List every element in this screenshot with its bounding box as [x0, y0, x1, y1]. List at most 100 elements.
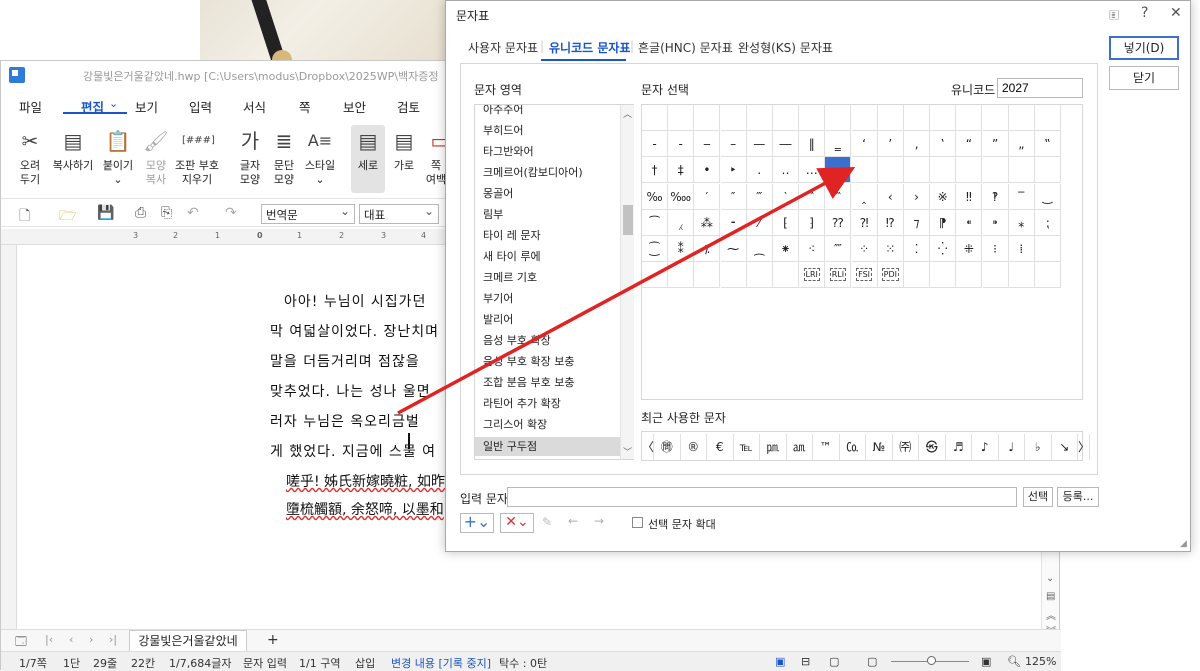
char-cell[interactable] — [1035, 262, 1061, 289]
zoom-slider-thumb[interactable] — [927, 656, 936, 665]
char-cell[interactable]: ⁔ — [746, 236, 773, 262]
input-chars-field[interactable] — [507, 487, 1017, 507]
char-cell[interactable] — [904, 157, 930, 184]
area-list-item[interactable]: 림부 — [483, 206, 503, 222]
char-cell[interactable]: RLI — [825, 262, 852, 289]
status-track-changes[interactable]: 변경 내용 [기록 중지] — [391, 655, 491, 671]
recent-char[interactable]: № — [866, 434, 893, 460]
register-button[interactable]: 등록... — [1057, 487, 1099, 507]
page-margin-button[interactable]: ▭ 쪽 여백 — [425, 125, 447, 193]
open-folder-icon[interactable]: 🗁 — [59, 205, 76, 229]
char-cell[interactable]: ‖ — [799, 131, 826, 158]
clear-codes-button[interactable]: [###] 조판 부호 지우기 — [173, 125, 221, 193]
add-icon[interactable]: +⌄ — [460, 513, 494, 533]
recent-char[interactable]: ㏂ — [787, 434, 813, 460]
char-cell[interactable] — [982, 105, 1009, 131]
char-cell[interactable]: ⁚ — [904, 236, 930, 262]
char-cell[interactable] — [851, 157, 878, 184]
area-list[interactable]: 아주주어 부히드어 타그반와어 크메르어(캄보디아어) 몽골어 림부 타이 레 문자 새 타이… — [474, 104, 634, 460]
next-tab-icon[interactable]: › — [89, 633, 93, 646]
area-list-item[interactable]: 음성 부호 확장 — [483, 332, 551, 348]
area-list-item[interactable]: 부히드어 — [483, 122, 523, 138]
add-tab-icon[interactable]: + — [267, 632, 279, 648]
char-cell[interactable]: PDI — [877, 262, 904, 289]
recent-char[interactable]: ㉄ — [654, 434, 681, 460]
char-cell[interactable]: ‸ — [851, 183, 878, 210]
area-list-item[interactable]: 몽골어 — [483, 185, 513, 201]
menu-security[interactable]: 보안 — [343, 97, 366, 116]
landscape-button[interactable]: ▤ 가로 — [387, 125, 421, 193]
char-cell[interactable]: ⁈ — [851, 209, 878, 236]
char-cell[interactable]: ⁇ — [825, 209, 852, 236]
close-icon[interactable]: ✕ — [1170, 5, 1182, 21]
char-cell[interactable] — [746, 105, 773, 131]
char-cell[interactable] — [773, 262, 799, 289]
char-cell[interactable]: ⁓ — [720, 236, 747, 262]
char-cell[interactable]: ⁃ — [720, 209, 747, 236]
char-cell[interactable]: ‟ — [1035, 131, 1061, 158]
char-cell[interactable] — [956, 262, 983, 289]
menu-page[interactable]: 쪽 — [299, 97, 311, 116]
char-cell[interactable]: ‚ — [904, 131, 930, 158]
print-icon[interactable]: ⎙ — [135, 205, 146, 221]
char-cell[interactable]: ⁗ — [825, 236, 852, 262]
char-cell[interactable]: ⁒ — [694, 236, 721, 262]
char-cell[interactable]: ’ — [877, 131, 904, 158]
recent-char[interactable]: € — [707, 434, 734, 460]
char-cell[interactable]: „ — [1008, 131, 1035, 158]
chevron-down-icon[interactable]: ﹀ — [623, 445, 632, 458]
area-list-item[interactable]: 타그반와어 — [483, 143, 534, 159]
char-cell[interactable]: ⁌ — [956, 209, 983, 236]
char-cell[interactable] — [877, 105, 904, 131]
char-cell[interactable]: • — [694, 157, 721, 184]
area-list-scrollbar[interactable]: ︿ ﹀ — [620, 105, 634, 459]
zoom-fit-icon[interactable]: ▢ — [867, 655, 877, 668]
undo-icon[interactable]: ↶ — [187, 205, 199, 221]
char-cell[interactable]: ‡ — [668, 157, 695, 184]
prev-page-icon[interactable]: ︽ — [1046, 607, 1056, 622]
char-cell[interactable]: ” — [982, 131, 1009, 158]
print-preview-icon[interactable]: ⎘ — [161, 205, 172, 221]
area-list-item[interactable]: 크메르 기호 — [483, 269, 537, 285]
char-cell[interactable] — [982, 157, 1009, 184]
recent-chars[interactable]: 〈㉄ ® € ℡ ㏘㏂ ™ ㏇ № ㈜㉿ ♬ ♪ ♩ ♭ ↘ 〉 — [641, 431, 1090, 461]
char-cell[interactable]: ⁅ — [773, 209, 799, 236]
char-cell[interactable]: › — [904, 183, 930, 210]
area-list-item[interactable]: 라틴어 추가 확장 — [483, 395, 561, 411]
area-list-item[interactable]: 새 타이 루에 — [483, 248, 541, 264]
char-cell[interactable]: ‘ — [851, 131, 878, 158]
first-tab-icon[interactable]: |‹ — [45, 633, 53, 646]
char-cell[interactable]: ⁋ — [930, 209, 957, 236]
char-cell[interactable]: ‧ — [825, 157, 852, 184]
recent-char[interactable]: ♩ — [999, 434, 1025, 460]
tab-user-chars[interactable]: 사용자 문자표 — [468, 39, 538, 56]
char-cell[interactable]: ‥ — [773, 157, 799, 184]
insert-button[interactable]: 넣기(D) — [1109, 36, 1179, 60]
char-cell[interactable] — [904, 105, 930, 131]
copy-button[interactable]: ▤ 복사하기 — [51, 125, 95, 193]
char-cell[interactable] — [1008, 262, 1035, 289]
char-cell[interactable]: – — [720, 131, 747, 158]
delete-icon[interactable]: ✕⌄ — [500, 513, 534, 533]
area-list-item[interactable]: 부기어 — [483, 290, 513, 306]
area-list-item[interactable]: 일반 구두점 — [475, 437, 621, 456]
zoom-icon[interactable]: 🔍︎ — [1007, 655, 1021, 668]
redo-icon[interactable]: ↷ — [225, 205, 237, 221]
recent-char[interactable]: ℡ — [734, 434, 760, 460]
style-button[interactable]: A≡ 스타일 ⌄ — [299, 125, 341, 193]
tab-list-icon[interactable]: 🗔 — [15, 633, 27, 652]
menu-file[interactable]: 파일 — [19, 97, 42, 116]
recent-char[interactable]: ↘ — [1052, 434, 1078, 460]
char-cell[interactable]: ⁘ — [851, 236, 878, 262]
format-painter-button[interactable]: 🖌 모양 복사 — [135, 125, 177, 193]
menu-view[interactable]: 보기 — [135, 97, 158, 116]
char-cell[interactable]: ‐ — [642, 131, 668, 158]
recent-char[interactable]: ♬ — [946, 434, 972, 460]
char-cell[interactable] — [1008, 105, 1035, 131]
char-cell[interactable] — [1035, 105, 1061, 131]
char-cell[interactable] — [694, 262, 721, 289]
char-cell[interactable]: ‗ — [825, 131, 852, 158]
char-cell[interactable]: ⁄ — [746, 209, 773, 236]
chevron-up-icon[interactable]: ︿ — [623, 107, 632, 120]
char-cell[interactable] — [1008, 157, 1035, 184]
